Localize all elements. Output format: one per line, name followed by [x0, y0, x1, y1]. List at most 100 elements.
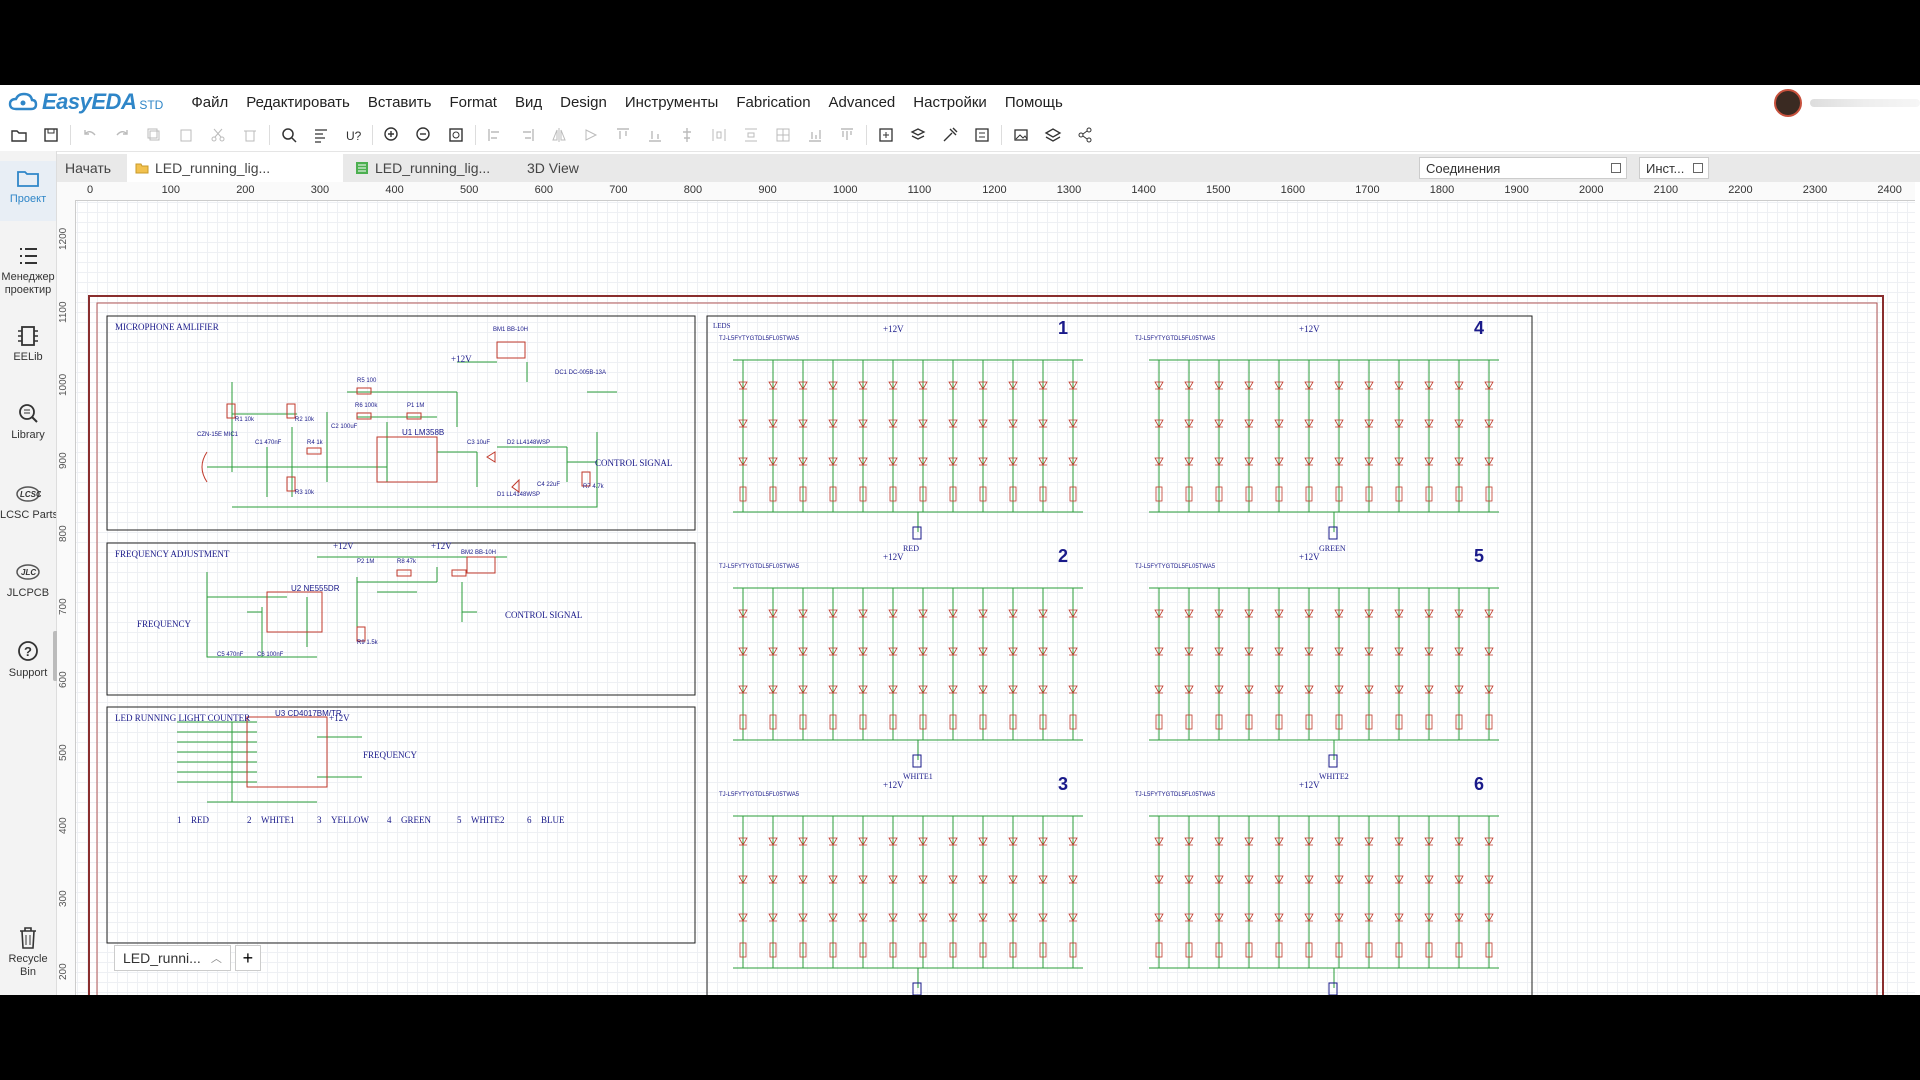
app-logo[interactable]: EasyEDA STD: [8, 89, 163, 115]
menu-help[interactable]: Помощь: [1005, 94, 1063, 111]
netlist-icon[interactable]: [969, 122, 995, 148]
open-folder-icon[interactable]: [6, 122, 32, 148]
cut-icon[interactable]: [205, 122, 231, 148]
sidebar-item-label: EELib: [13, 351, 43, 363]
menu-insert[interactable]: Вставить: [368, 94, 432, 111]
redo-icon[interactable]: [109, 122, 135, 148]
tab-pcb[interactable]: LED_running_lig...: [347, 154, 502, 182]
align-left-icon[interactable]: [482, 122, 508, 148]
toolbar-divider: [866, 125, 867, 145]
tab-3d-view[interactable]: 3D View: [519, 154, 629, 182]
svg-text:U?: U?: [346, 129, 362, 143]
align-right-icon[interactable]: [514, 122, 540, 148]
tab-label: LED_running_lig...: [375, 160, 491, 176]
fit-view-icon[interactable]: [443, 122, 469, 148]
counter-output-name: YELLOW: [331, 815, 369, 825]
chevron-up-icon[interactable]: ︿: [211, 950, 222, 966]
part-label-r8: R8 47k: [397, 559, 417, 565]
part-label-c5: C5 470nF: [217, 652, 244, 658]
led-channel-name: RED: [903, 544, 919, 553]
annotate-icon[interactable]: U?: [340, 122, 366, 148]
counter-output-num: 2: [247, 815, 252, 825]
counter-output-name: WHITE2: [471, 815, 505, 825]
align-top-icon[interactable]: [610, 122, 636, 148]
led-part-number: TJ-L5FYTYGTDL5FL05TWA5: [1135, 564, 1216, 570]
part-label-r4: R4 1k: [307, 440, 323, 446]
schematic-canvas[interactable]: 0 100 200 300 400 500 600 700 800 900 1000 1100 1200…: [57, 182, 1915, 995]
rotate-icon[interactable]: [578, 122, 604, 148]
led-block-12v: +12V: [1299, 324, 1320, 334]
pin-icon[interactable]: [1611, 163, 1621, 173]
tab-start[interactable]: Начать: [57, 154, 123, 182]
copy-icon[interactable]: [141, 122, 167, 148]
svg-text:?: ?: [24, 644, 32, 659]
menu-tools[interactable]: Инструменты: [625, 94, 719, 111]
top-align-icon[interactable]: [834, 122, 860, 148]
left-sidebar: Проект Менеджер проектир EELib Library L…: [0, 151, 58, 995]
component-icon: [18, 326, 38, 346]
distribute-h-icon[interactable]: [706, 122, 732, 148]
tab-schematic[interactable]: LED_running_lig...: [127, 154, 343, 182]
tab-label: Начать: [65, 160, 112, 176]
flip-icon[interactable]: [546, 122, 572, 148]
led-channel-number: 2: [1058, 546, 1069, 566]
led-channel-number: 1: [1058, 318, 1069, 338]
sidebar-item-support[interactable]: ? Support: [0, 639, 56, 680]
user-area[interactable]: [1774, 89, 1920, 117]
sidebar-item-eelib[interactable]: EELib: [0, 323, 56, 364]
zoom-in-icon[interactable]: [379, 122, 405, 148]
menu-settings[interactable]: Настройки: [913, 94, 987, 111]
sheet-tab[interactable]: LED_runni... ︿: [114, 945, 231, 971]
toolbar: U?: [0, 119, 1920, 152]
bom-icon[interactable]: [905, 122, 931, 148]
grid-align-icon[interactable]: [770, 122, 796, 148]
part-label-d1: D1 LL4148WSP: [497, 492, 541, 498]
drc-icon[interactable]: [937, 122, 963, 148]
avatar[interactable]: [1774, 89, 1802, 117]
led-block-12v: +12V: [1299, 552, 1320, 562]
menu-design[interactable]: Design: [560, 94, 607, 111]
align-bottom-icon[interactable]: [642, 122, 668, 148]
part-label-c1: C1 470nF: [255, 440, 282, 446]
part-label-d2: D2 LL4148WSP: [507, 440, 551, 446]
menu-view[interactable]: Вид: [515, 94, 542, 111]
share-icon[interactable]: [1072, 122, 1098, 148]
menu-edit[interactable]: Редактировать: [246, 94, 350, 111]
sidebar-item-design-manager[interactable]: Менеджер проектир: [0, 243, 56, 297]
sidebar-item-project[interactable]: Проект: [0, 161, 56, 221]
part-label-c4: C4 22uF: [537, 482, 561, 488]
sidebar-item-library[interactable]: Library: [0, 401, 56, 442]
part-label-mic1: CZN-15E MIC1: [197, 432, 239, 438]
part-label-p1: P1 1M: [407, 403, 425, 409]
tools-panel-tab[interactable]: Инст...: [1639, 157, 1709, 179]
save-icon[interactable]: [38, 122, 64, 148]
bottom-align-icon[interactable]: [802, 122, 828, 148]
paste-icon[interactable]: [173, 122, 199, 148]
pin-icon[interactable]: [1693, 163, 1703, 173]
layers-icon[interactable]: [1040, 122, 1066, 148]
menu-fabrication[interactable]: Fabrication: [736, 94, 810, 111]
undo-icon[interactable]: [77, 122, 103, 148]
menu-advanced[interactable]: Advanced: [829, 94, 896, 111]
export-image-icon[interactable]: [1008, 122, 1034, 148]
add-sheet-button[interactable]: +: [234, 945, 261, 971]
led-part-number: TJ-L5FYTYGTDL5FL05TWA5: [719, 336, 800, 342]
menu-bar: EasyEDA STD Файл Редактировать Вставить …: [0, 85, 1920, 119]
counter-output-num: 3: [317, 815, 322, 825]
align-center-icon[interactable]: [674, 122, 700, 148]
distribute-v-icon[interactable]: [738, 122, 764, 148]
connections-panel-tab[interactable]: Соединения: [1419, 157, 1627, 179]
convert-pcb-icon[interactable]: [873, 122, 899, 148]
text-find-icon[interactable]: [308, 122, 334, 148]
menu-format[interactable]: Format: [449, 94, 497, 111]
menu-file[interactable]: Файл: [191, 94, 228, 111]
search-icon[interactable]: [276, 122, 302, 148]
delete-icon[interactable]: [237, 122, 263, 148]
sidebar-item-jlcpcb[interactable]: JLC JLCPCB: [0, 559, 56, 600]
toolbar-divider: [1001, 125, 1002, 145]
zoom-out-icon[interactable]: [411, 122, 437, 148]
sidebar-item-recycle-bin[interactable]: Recycle Bin: [0, 925, 56, 979]
sidebar-item-lcsc-parts[interactable]: LCSC LCSC Parts: [0, 481, 56, 522]
led-channel-number: 4: [1474, 318, 1485, 338]
block-title-freq: FREQUENCY ADJUSTMENT: [115, 549, 230, 559]
